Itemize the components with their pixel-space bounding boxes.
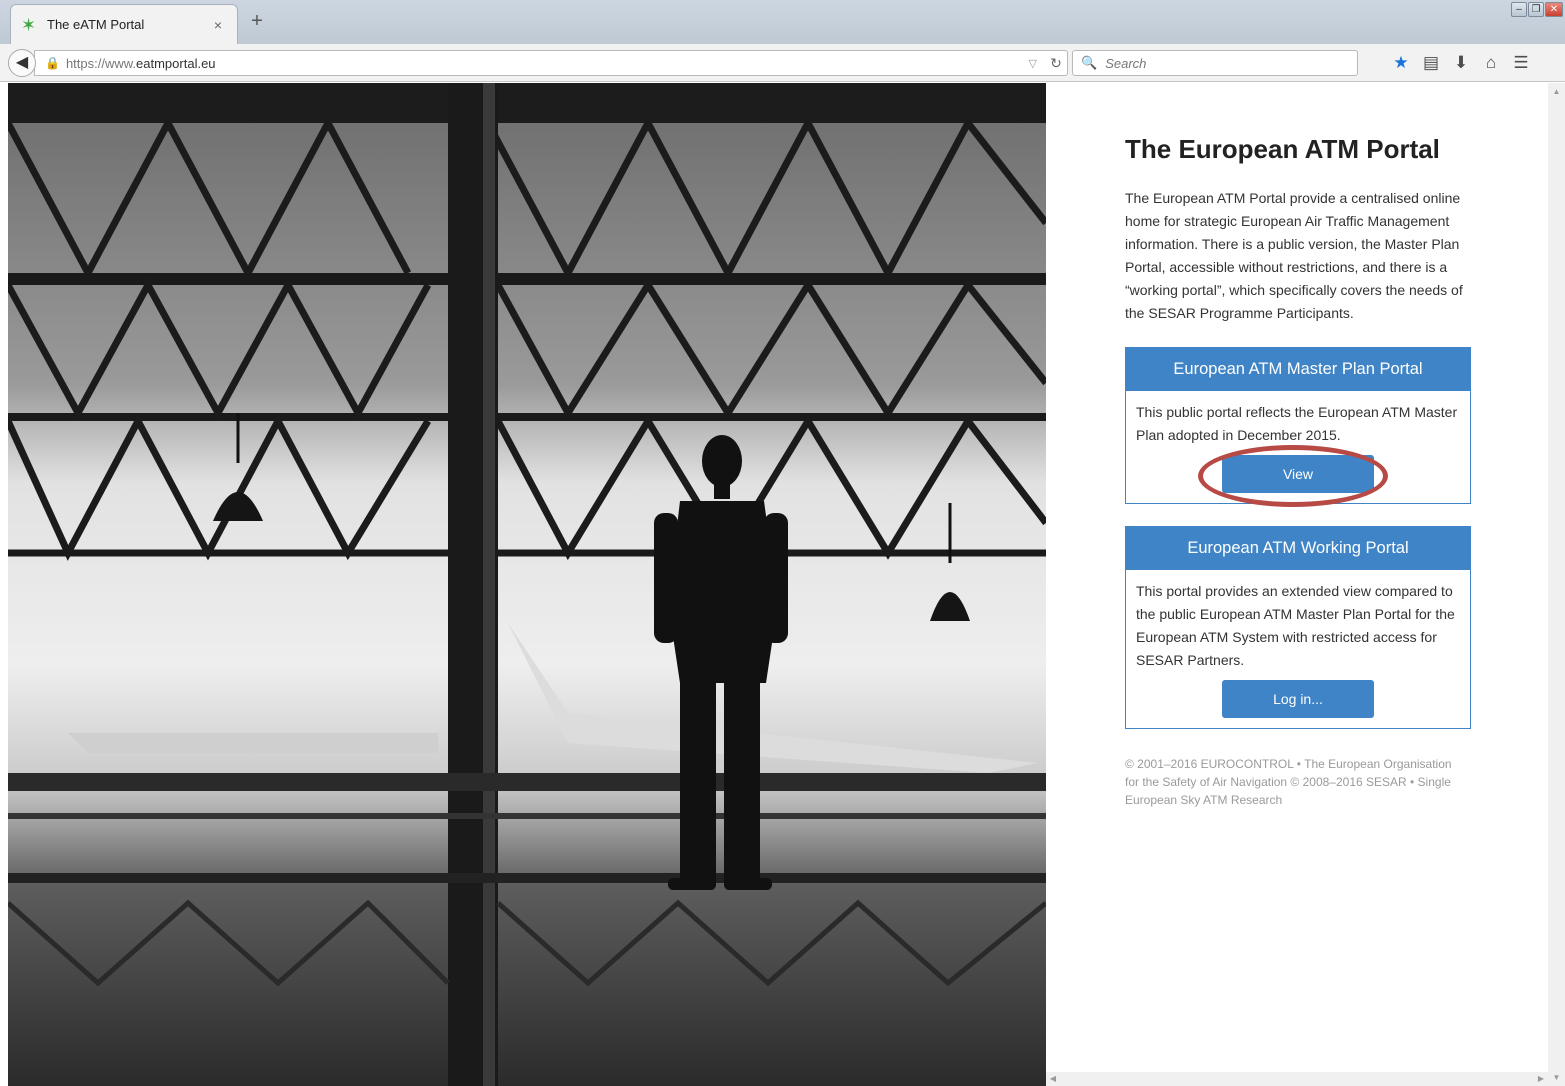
restore-icon[interactable]: ❐ (1528, 2, 1544, 17)
reload-icon[interactable]: ↻ (1045, 55, 1067, 72)
new-tab-button[interactable]: + (246, 10, 268, 32)
hero-image (8, 83, 1046, 1086)
vertical-scrollbar[interactable]: ▲ ▼ (1548, 83, 1565, 1086)
scroll-down-icon[interactable]: ▼ (1548, 1069, 1565, 1086)
intro-text: The European ATM Portal provide a centra… (1125, 190, 1463, 321)
bookmarks-list-icon[interactable]: ▤ (1416, 50, 1446, 76)
scroll-right-icon[interactable]: ▶ (1534, 1072, 1548, 1086)
button-wrap: View (1136, 445, 1460, 507)
close-window-icon[interactable]: ✕ (1545, 2, 1563, 17)
tab-title: The eATM Portal (47, 17, 145, 32)
card-body: This portal provides an extended view co… (1126, 570, 1470, 728)
card-header: European ATM Working Portal (1126, 527, 1470, 570)
minimize-icon[interactable]: – (1511, 2, 1527, 17)
lock-icon: 🔒 (45, 56, 60, 70)
toolbar-icons: ★ ▤ ⬇ ⌂ ☰ (1386, 50, 1536, 76)
master-plan-portal-card: European ATM Master Plan Portal This pub… (1125, 347, 1471, 507)
footer-copyright: © 2001–2016 EUROCONTROL • The European O… (1125, 757, 1452, 807)
page-title: The European ATM Portal (1125, 134, 1440, 164)
menu-icon[interactable]: ☰ (1506, 50, 1536, 76)
url-dropdown-icon[interactable]: ▽ (1029, 57, 1037, 70)
card-description: This portal provides an extended view co… (1136, 583, 1455, 668)
tab-strip: ✶ The eATM Portal × + – ❐ ✕ (0, 0, 1565, 44)
view-button[interactable]: View (1222, 455, 1374, 493)
page-viewport: The European ATM Portal The European ATM… (0, 83, 1565, 1086)
card-body: This public portal reflects the European… (1126, 391, 1470, 507)
card-header: European ATM Master Plan Portal (1126, 348, 1470, 391)
url-text[interactable]: https://www.eatmportal.eu (66, 56, 1029, 71)
card-description: This public portal reflects the European… (1136, 404, 1458, 443)
navigation-toolbar: 🔒 https://www.eatmportal.eu ▽ ↻ ◀ 🔍 ★ ▤ … (0, 44, 1565, 82)
search-icon: 🔍 (1081, 55, 1098, 70)
scroll-left-icon[interactable]: ◀ (1046, 1072, 1060, 1086)
bookmark-star-icon[interactable]: ★ (1386, 50, 1416, 76)
portal-content: The European ATM Portal The European ATM… (1125, 133, 1471, 809)
airport-window-silhouette (8, 83, 1046, 1086)
button-wrap: Log in... (1136, 672, 1460, 718)
star-leaf-icon: ✶ (21, 14, 37, 35)
close-tab-icon[interactable]: × (209, 17, 227, 33)
download-icon[interactable]: ⬇ (1446, 50, 1476, 76)
window-controls: – ❐ ✕ (1510, 2, 1563, 17)
login-button[interactable]: Log in... (1222, 680, 1374, 718)
back-arrow-icon: ◀ (15, 54, 29, 71)
working-portal-card: European ATM Working Portal This portal … (1125, 526, 1471, 729)
search-bar[interactable]: 🔍 (1072, 50, 1358, 76)
search-input[interactable] (1103, 54, 1344, 72)
browser-tab[interactable]: ✶ The eATM Portal × (10, 4, 238, 44)
address-bar[interactable]: 🔒 https://www.eatmportal.eu ▽ ↻ (34, 50, 1068, 76)
back-button[interactable]: ◀ (8, 49, 36, 77)
home-icon[interactable]: ⌂ (1476, 50, 1506, 76)
horizontal-scrollbar[interactable]: ◀ ▶ (1046, 1072, 1548, 1086)
scroll-up-icon[interactable]: ▲ (1548, 83, 1565, 100)
